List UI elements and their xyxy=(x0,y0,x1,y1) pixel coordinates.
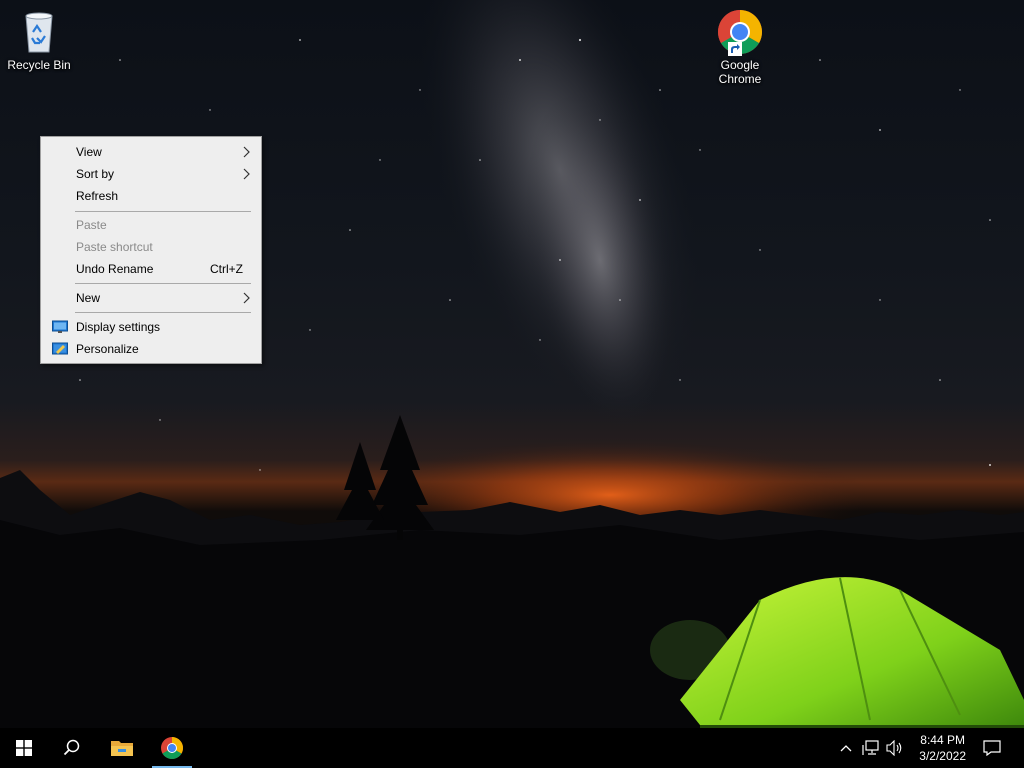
folder-icon xyxy=(111,741,133,756)
notification-icon xyxy=(983,740,1001,756)
recycle-bin-desktop-icon[interactable]: Recycle Bin xyxy=(1,8,77,72)
menu-separator xyxy=(75,211,251,212)
menu-item-refresh[interactable]: Refresh xyxy=(41,185,261,207)
action-center-button[interactable] xyxy=(976,728,1008,768)
clock-time: 8:44 PM xyxy=(920,733,965,747)
menu-item-paste-label: Paste xyxy=(76,218,107,232)
menu-separator xyxy=(75,283,251,284)
wallpaper-scene xyxy=(0,0,1024,730)
menu-item-personalize-label: Personalize xyxy=(76,342,139,356)
menu-item-personalize[interactable]: Personalize xyxy=(41,338,261,360)
network-button[interactable] xyxy=(860,728,882,768)
personalize-icon xyxy=(52,342,68,355)
shortcut-arrow-icon xyxy=(728,42,742,56)
chevron-right-icon xyxy=(243,146,250,158)
chrome-label-line1: Google xyxy=(720,58,760,72)
recycle-bin-icon xyxy=(15,8,63,56)
menu-item-new[interactable]: New xyxy=(41,287,261,309)
desktop-context-menu: View Sort by Refresh Paste Paste shortcu… xyxy=(40,136,262,364)
search-button[interactable] xyxy=(48,728,96,768)
menu-item-paste-shortcut: Paste shortcut xyxy=(41,236,261,258)
volume-button[interactable] xyxy=(884,728,906,768)
menu-item-view-label: View xyxy=(76,145,102,159)
windows-logo-icon xyxy=(16,740,32,756)
menu-item-new-label: New xyxy=(76,291,101,305)
chrome-icon xyxy=(161,737,183,759)
menu-item-undo-rename[interactable]: Undo Rename Ctrl+Z xyxy=(41,258,261,280)
desktop-wallpaper xyxy=(0,0,1024,730)
undo-rename-shortcut: Ctrl+Z xyxy=(210,262,243,276)
menu-item-sort-by[interactable]: Sort by xyxy=(41,163,261,185)
menu-item-sort-by-label: Sort by xyxy=(76,167,115,181)
start-button[interactable] xyxy=(0,728,48,768)
recycle-bin-label: Recycle Bin xyxy=(7,58,71,72)
taskbar-clock[interactable]: 8:44 PM 3/2/2022 xyxy=(919,732,966,764)
search-icon xyxy=(63,739,80,756)
clock-date: 3/2/2022 xyxy=(919,749,966,763)
display-icon xyxy=(52,320,68,333)
show-hidden-icons-button[interactable] xyxy=(836,728,856,768)
menu-item-paste-shortcut-label: Paste shortcut xyxy=(76,240,153,254)
volume-icon xyxy=(886,740,902,756)
menu-separator xyxy=(75,312,251,313)
menu-item-paste: Paste xyxy=(41,214,261,236)
chrome-icon xyxy=(716,8,764,56)
chevron-right-icon xyxy=(243,292,250,304)
menu-item-display-settings[interactable]: Display settings xyxy=(41,316,261,338)
menu-item-undo-rename-label: Undo Rename xyxy=(76,262,154,276)
network-icon xyxy=(862,740,879,755)
menu-item-display-settings-label: Display settings xyxy=(76,320,161,334)
taskbar: 8:44 PM 3/2/2022 xyxy=(0,728,1024,768)
chrome-label-line2: Chrome xyxy=(718,72,762,86)
chevron-right-icon xyxy=(243,168,250,180)
file-explorer-button[interactable] xyxy=(98,728,146,768)
chevron-up-icon xyxy=(840,745,852,752)
menu-item-refresh-label: Refresh xyxy=(76,189,119,203)
chrome-taskbar-button[interactable] xyxy=(148,728,196,768)
menu-item-view[interactable]: View xyxy=(41,141,261,163)
google-chrome-desktop-icon[interactable]: Google Chrome xyxy=(702,8,778,86)
